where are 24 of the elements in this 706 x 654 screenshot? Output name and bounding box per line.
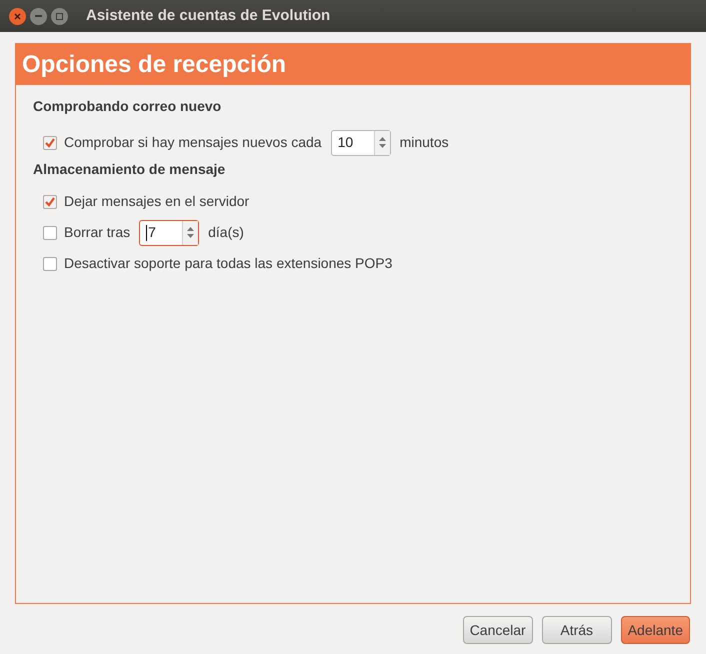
checkbox[interactable] xyxy=(43,256,57,270)
spin-arrows-icon[interactable] xyxy=(374,130,390,154)
maximize-icon[interactable] xyxy=(51,8,68,24)
page-title: Opciones de recepción xyxy=(22,50,286,80)
checkbox[interactable] xyxy=(43,226,57,240)
option-label: Desactivar soporte para todas las extensiones POP3 xyxy=(64,254,392,273)
window-title: Asistente de cuentas de Evolution xyxy=(86,6,330,26)
spin-field[interactable]: 10 xyxy=(330,130,391,156)
next-button[interactable]: Adelante xyxy=(620,616,690,644)
option-label: Borrar tras xyxy=(64,223,130,242)
option-label: Dejar mensajes en el servidor xyxy=(64,192,250,211)
section-heading: Comprobando correo nuevo xyxy=(33,96,222,116)
unit-label: día(s) xyxy=(208,223,244,242)
close-icon[interactable] xyxy=(9,8,26,24)
dialog-button[interactable]: Cancelar xyxy=(462,616,533,644)
minimize-icon[interactable] xyxy=(30,8,47,24)
section-heading: Almacenamiento de mensaje xyxy=(33,160,226,179)
unit-label: minutos xyxy=(400,133,449,152)
spin-arrows-icon[interactable] xyxy=(182,220,198,244)
dialog-button[interactable]: Atrás xyxy=(542,616,612,644)
checkbox[interactable] xyxy=(43,136,57,150)
spin-field[interactable]: 7 xyxy=(139,220,200,246)
checkbox[interactable] xyxy=(43,194,57,208)
option-label: Comprobar si hay mensajes nuevos cada xyxy=(64,133,322,152)
